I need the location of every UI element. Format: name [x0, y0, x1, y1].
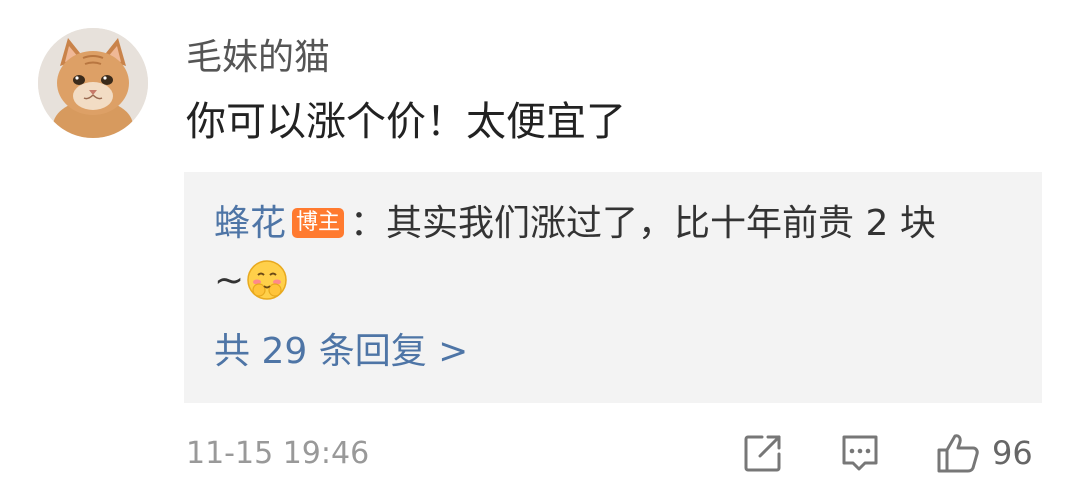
reply-line-2: ~ [214, 256, 288, 304]
comment-text: 你可以涨个价！太便宜了 [186, 99, 626, 145]
reply-line-1: 蜂花 博主 ：其实我们涨过了，比十年前贵 2 块 [214, 200, 936, 248]
share-button[interactable] [742, 432, 784, 474]
share-icon [744, 435, 781, 472]
like-button[interactable]: 96 [936, 432, 1033, 474]
reply-text: ：其实我们涨过了，比十年前贵 2 块 [350, 203, 936, 244]
cat-avatar-image [38, 28, 148, 138]
username[interactable]: 毛妹的猫 [186, 36, 330, 80]
view-more-replies-link[interactable]: 共 29 条回复 > [214, 328, 468, 376]
avatar[interactable] [38, 28, 148, 138]
comment-icon [842, 435, 878, 471]
author-badge: 博主 [292, 208, 345, 238]
thumbs-up-icon [937, 434, 979, 473]
reply-box[interactable]: 蜂花 博主 ：其实我们涨过了，比十年前贵 2 块 ~ 共 29 条回复 > [184, 172, 1042, 403]
reply-author[interactable]: 蜂花 [214, 203, 286, 244]
comment-button[interactable] [839, 432, 881, 474]
timestamp: 11-15 19:46 [186, 436, 370, 471]
shy-face-emoji-icon [247, 260, 287, 300]
like-count: 96 [992, 434, 1033, 472]
reply-tilde: ~ [214, 259, 245, 301]
